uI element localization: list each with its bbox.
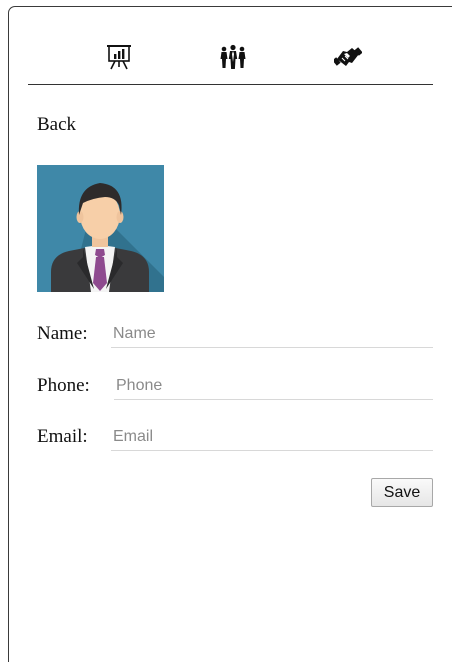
avatar — [37, 165, 164, 292]
phone-label: Phone: — [37, 375, 90, 396]
phone-input[interactable] — [114, 372, 433, 400]
name-input[interactable] — [111, 320, 433, 348]
name-label: Name: — [37, 323, 88, 344]
email-label: Email: — [37, 426, 88, 447]
handshake-icon[interactable] — [331, 42, 365, 72]
phone-row: Phone: — [37, 372, 433, 400]
team-people-icon[interactable] — [216, 42, 250, 72]
back-link[interactable]: Back — [37, 114, 76, 136]
save-button[interactable]: Save — [371, 478, 433, 507]
presentation-chart-icon[interactable] — [102, 42, 136, 72]
email-input[interactable] — [111, 423, 433, 451]
name-row: Name: — [37, 320, 433, 348]
top-toolbar — [28, 38, 433, 85]
email-row: Email: — [37, 423, 433, 451]
